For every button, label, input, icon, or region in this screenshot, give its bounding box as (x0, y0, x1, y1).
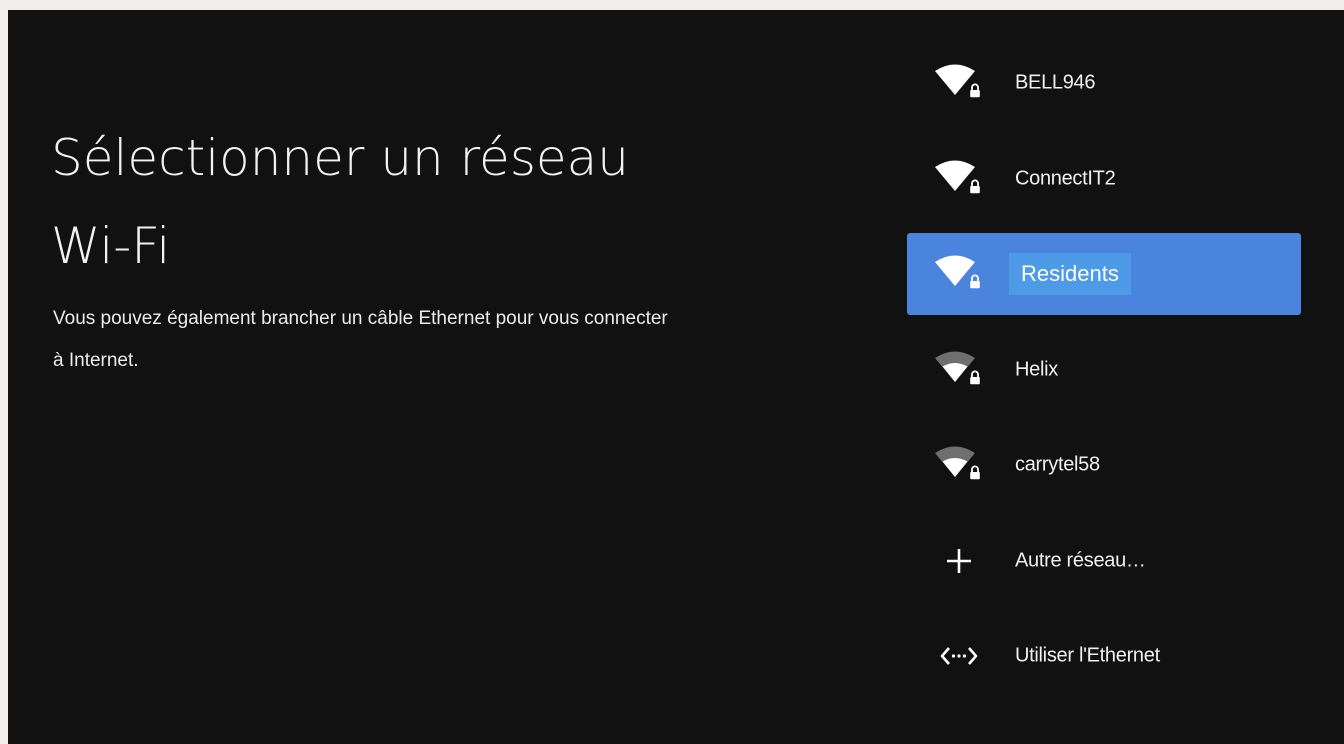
wifi-locked-partial-icon (934, 348, 984, 392)
network-label: Helix (1015, 358, 1058, 380)
page-subtitle-line-2: à Internet. (53, 350, 139, 371)
network-label: Residents (1009, 253, 1131, 295)
network-label: ConnectIT2 (1015, 167, 1116, 189)
network-item-carrytel58[interactable]: carrytel58 (907, 424, 1301, 506)
network-item-residents[interactable]: Residents (907, 233, 1301, 315)
page-title-line-1: Sélectionner un réseau (51, 129, 629, 187)
wifi-setup-screen: Sélectionner un réseau Wi-Fi Vous pouvez… (8, 10, 1344, 744)
ethernet-icon (934, 634, 984, 678)
network-label: carrytel58 (1015, 453, 1100, 476)
page-subtitle-line-1: Vous pouvez également brancher un câble … (53, 308, 668, 329)
wifi-locked-full-icon (934, 157, 984, 201)
page-title: Sélectionner un réseau Wi-Fi (51, 114, 811, 290)
network-item-bell946[interactable]: BELL946 (907, 42, 1301, 124)
use-ethernet-button[interactable]: Utiliser l'Ethernet (907, 615, 1301, 697)
page-title-line-2: Wi-Fi (51, 217, 171, 275)
wifi-locked-full-icon (934, 252, 984, 296)
network-label: BELL946 (1015, 71, 1096, 94)
plus-icon (934, 539, 984, 583)
other-network-button[interactable]: Autre réseau… (907, 520, 1301, 602)
network-list: BELL946 ConnectIT2 Residents Helix carry… (907, 42, 1301, 711)
use-ethernet-label: Utiliser l'Ethernet (1015, 644, 1160, 667)
other-network-label: Autre réseau… (1015, 549, 1146, 571)
network-item-connectit2[interactable]: ConnectIT2 (907, 138, 1301, 220)
network-item-helix[interactable]: Helix (907, 329, 1301, 411)
page-subtitle: Vous pouvez également brancher un câble … (53, 298, 833, 382)
wifi-locked-partial-icon (934, 443, 984, 487)
wifi-locked-full-icon (934, 61, 984, 105)
